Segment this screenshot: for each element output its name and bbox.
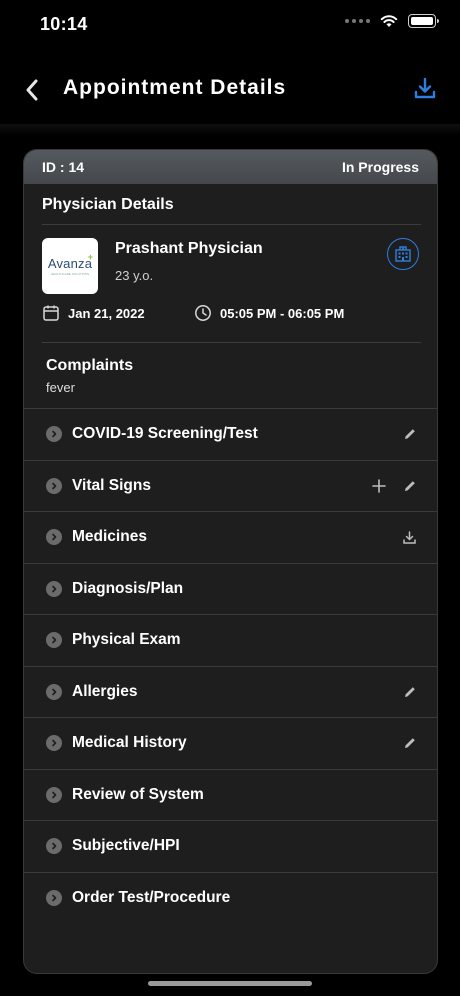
physician-age: 23 y.o. <box>115 268 154 283</box>
section-label: Vital Signs <box>72 476 151 494</box>
section-row[interactable]: Physical Exam <box>24 614 437 666</box>
section-row[interactable]: Order Test/Procedure <box>24 871 437 924</box>
edit-icon[interactable] <box>403 685 417 699</box>
clinic-logo: Avanza HEALTHCARE SOLUTIONS + <box>42 238 98 294</box>
status-time: 10:14 <box>40 14 88 34</box>
section-label: Medical History <box>72 734 187 752</box>
section-actions <box>402 512 417 563</box>
complaints-title: Complaints <box>46 357 134 374</box>
section-list: COVID-19 Screening/Test Vital Signs Medici… <box>24 408 437 924</box>
section-row[interactable]: Allergies <box>24 665 437 718</box>
status-badge: In Progress <box>341 159 419 175</box>
section-label: Diagnosis/Plan <box>72 579 184 597</box>
clinic-button[interactable] <box>387 238 419 270</box>
divider <box>42 224 421 225</box>
card-header: ID : 14 In Progress <box>24 150 437 184</box>
section-row[interactable]: Review of System <box>24 768 437 821</box>
status-icons <box>345 14 439 28</box>
section-label: Allergies <box>72 682 138 700</box>
appointment-id: ID : 14 <box>42 159 85 175</box>
hospital-icon <box>395 246 411 262</box>
physician-name: Prashant Physician <box>115 240 263 257</box>
section-label: Subjective/HPI <box>72 837 180 855</box>
chevron-left-icon <box>26 79 38 101</box>
chevron-right-icon <box>46 683 62 700</box>
complaints-value: fever <box>46 380 75 395</box>
clock-icon <box>195 305 211 321</box>
section-row[interactable]: Medical History <box>24 717 437 769</box>
edit-icon[interactable] <box>403 427 417 441</box>
appointment-card: ID : 14 In Progress Physician Details Av… <box>23 149 438 974</box>
date-text: Jan 21, 2022 <box>68 305 145 321</box>
chevron-right-icon <box>46 477 62 494</box>
divider <box>42 342 421 343</box>
section-row[interactable]: Vital Signs <box>24 459 437 512</box>
battery-icon <box>408 14 439 28</box>
section-label: Order Test/Procedure <box>72 888 231 906</box>
time-text: 05:05 PM - 06:05 PM <box>220 305 345 321</box>
chevron-right-icon <box>46 632 62 649</box>
chevron-right-icon <box>46 580 62 597</box>
edit-icon[interactable] <box>403 479 417 493</box>
chevron-right-icon <box>46 838 62 855</box>
section-row[interactable]: Subjective/HPI <box>24 820 437 872</box>
logo-subtext: HEALTHCARE SOLUTIONS <box>50 272 90 276</box>
section-actions <box>403 718 417 769</box>
wifi-icon <box>380 15 398 27</box>
chevron-right-icon <box>46 426 62 443</box>
signal-icon <box>345 19 370 23</box>
section-label: Medicines <box>72 528 147 546</box>
edit-icon[interactable] <box>403 736 417 750</box>
section-actions <box>403 409 417 460</box>
download-icon[interactable] <box>402 530 417 545</box>
section-label: Physical Exam <box>72 631 181 649</box>
back-button[interactable] <box>20 74 44 106</box>
chevron-right-icon <box>46 529 62 546</box>
header-divider <box>0 124 460 136</box>
appointment-date: Jan 21, 2022 <box>42 304 145 322</box>
section-row[interactable]: Diagnosis/Plan <box>24 562 437 615</box>
section-row[interactable]: COVID-19 Screening/Test <box>24 408 437 460</box>
appointment-time: 05:05 PM - 06:05 PM <box>194 304 344 322</box>
section-label: Review of System <box>72 785 204 803</box>
section-actions <box>403 667 417 718</box>
physician-details-title: Physician Details <box>42 196 174 213</box>
plus-icon[interactable] <box>371 478 387 494</box>
app-header: Appointment Details <box>0 60 460 120</box>
chevron-right-icon <box>46 786 62 803</box>
status-bar: 10:14 <box>0 0 460 50</box>
page-title: Appointment Details <box>63 76 287 99</box>
section-row[interactable]: Medicines <box>24 511 437 563</box>
chevron-right-icon <box>46 889 62 906</box>
logo-plus-icon: + <box>87 252 93 262</box>
logo-text: Avanza <box>47 256 93 271</box>
calendar-icon <box>43 305 59 321</box>
download-icon <box>414 77 436 99</box>
home-indicator[interactable] <box>148 981 312 986</box>
section-label: COVID-19 Screening/Test <box>72 425 258 443</box>
section-actions <box>371 461 417 512</box>
chevron-right-icon <box>46 735 62 752</box>
download-button[interactable] <box>412 76 438 102</box>
